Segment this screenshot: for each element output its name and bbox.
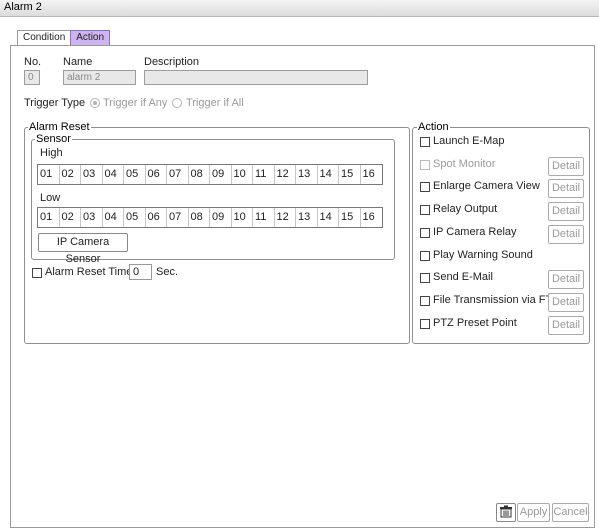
action-title: Action [417,121,450,133]
tab-action[interactable]: Action [70,30,111,45]
high-sensor-channel[interactable]: 15 [339,165,361,184]
high-sensor-channel[interactable]: 03 [81,165,103,184]
low-sensor-channel[interactable]: 10 [232,208,253,227]
low-sensor-channel[interactable]: 07 [167,208,189,227]
low-sensor-channel[interactable]: 12 [275,208,296,227]
low-sensor-channel[interactable]: 15 [339,208,361,227]
launch-e-map-label: Launch E-Map [433,135,505,147]
play-warning-sound-checkbox[interactable] [420,251,430,261]
low-sensor-channel[interactable]: 13 [296,208,318,227]
cancel-button[interactable]: Cancel [552,503,589,522]
low-sensor-channel[interactable]: 02 [60,208,81,227]
low-sensor-channel[interactable]: 16 [361,208,383,227]
low-sensor-grid: 01 02 03 04 05 06 07 08 09 10 11 12 13 14 15 16 [37,207,383,228]
tab-condition[interactable]: Condition [17,30,72,45]
file-transmission-via-ftp-detail-button[interactable]: Detail [548,293,584,312]
window-titlebar: Alarm 2 [0,0,599,17]
high-sensor-channel[interactable]: 04 [103,165,124,184]
high-sensor-channel[interactable]: 01 [38,165,60,184]
high-sensor-channel[interactable]: 09 [210,165,232,184]
relay-output-label: Relay Output [433,203,498,215]
file-transmission-via-ftp-checkbox[interactable] [420,296,430,306]
launch-e-map-checkbox[interactable] [420,137,430,147]
high-sensor-channel[interactable]: 05 [124,165,146,184]
low-sensor-channel[interactable]: 03 [81,208,103,227]
trigger-any-label: Trigger if Any [103,97,168,109]
high-sensor-channel[interactable]: 07 [167,165,189,184]
no-field: 0 [24,70,40,85]
low-label: Low [40,192,61,204]
file-transmission-via-ftp-label: File Transmission via FTP [433,294,560,306]
alarm-reset-time-checkbox[interactable] [32,268,42,278]
play-warning-sound-label: Play Warning Sound [433,249,533,261]
low-sensor-channel[interactable]: 11 [253,208,275,227]
spot-monitor-checkbox[interactable] [420,160,430,170]
high-sensor-channel[interactable]: 10 [232,165,253,184]
relay-output-checkbox[interactable] [420,205,430,215]
high-sensor-channel[interactable]: 12 [275,165,296,184]
window-title: Alarm 2 [4,1,42,13]
ip-camera-relay-detail-button[interactable]: Detail [548,225,584,244]
relay-output-detail-button[interactable]: Detail [548,202,584,221]
alarm-reset-title: Alarm Reset [28,121,91,133]
trigger-type-label: Trigger Type [24,97,86,109]
ip-camera-sensor-button[interactable]: IP Camera Sensor [38,233,128,265]
sensor-title: Sensor [35,133,72,145]
low-sensor-channel[interactable]: 09 [210,208,232,227]
enlarge-camera-view-detail-button[interactable]: Detail [548,179,584,198]
send-e-mail-label: Send E-Mail [433,271,493,283]
ptz-preset-point-checkbox[interactable] [420,319,430,329]
no-label: No. [24,56,42,68]
low-sensor-channel[interactable]: 06 [146,208,167,227]
spot-monitor-label: Spot Monitor [433,158,496,170]
high-sensor-channel[interactable]: 08 [189,165,210,184]
high-label: High [40,147,63,159]
trigger-all-label: Trigger if All [186,97,244,109]
high-sensor-grid: 01 02 03 04 05 06 07 08 09 10 11 12 13 14 15 16 [37,164,383,185]
name-field: alarm 2 [63,70,136,85]
high-sensor-channel[interactable]: 06 [146,165,167,184]
ip-camera-relay-checkbox[interactable] [420,228,430,238]
spot-monitor-detail-button[interactable]: Detail [548,157,584,176]
high-sensor-channel[interactable]: 16 [361,165,383,184]
alarm-reset-time-unit: Sec. [156,266,179,278]
trigger-all-radio[interactable] [172,98,182,108]
low-sensor-channel[interactable]: 01 [38,208,60,227]
ptz-preset-point-label: PTZ Preset Point [433,317,517,329]
low-sensor-channel[interactable]: 08 [189,208,210,227]
high-sensor-channel[interactable]: 13 [296,165,318,184]
high-sensor-channel[interactable]: 11 [253,165,275,184]
low-sensor-channel[interactable]: 05 [124,208,146,227]
ptz-preset-point-detail-button[interactable]: Detail [548,316,584,335]
low-sensor-channel[interactable]: 14 [318,208,339,227]
action-panel: No. Name Description 0 alarm 2 Trigger T… [10,45,595,528]
low-sensor-channel[interactable]: 04 [103,208,124,227]
description-field [144,70,368,85]
alarm-reset-time-input[interactable]: 0 [129,264,152,280]
high-sensor-channel[interactable]: 14 [318,165,339,184]
alarm-reset-time-label: Alarm Reset Time [45,266,133,278]
name-label: Name [63,56,93,68]
send-e-mail-detail-button[interactable]: Detail [548,270,584,289]
enlarge-camera-view-checkbox[interactable] [420,182,430,192]
delete-icon [500,505,512,518]
ip-camera-relay-label: IP Camera Relay [433,226,517,238]
apply-button[interactable]: Apply [517,503,550,522]
delete-button[interactable] [496,503,516,522]
send-e-mail-checkbox[interactable] [420,273,430,283]
tab-bar: Condition Action [17,30,111,45]
enlarge-camera-view-label: Enlarge Camera View [433,180,540,192]
trigger-any-radio[interactable] [90,98,100,108]
description-label: Description [144,56,200,68]
high-sensor-channel[interactable]: 02 [60,165,81,184]
